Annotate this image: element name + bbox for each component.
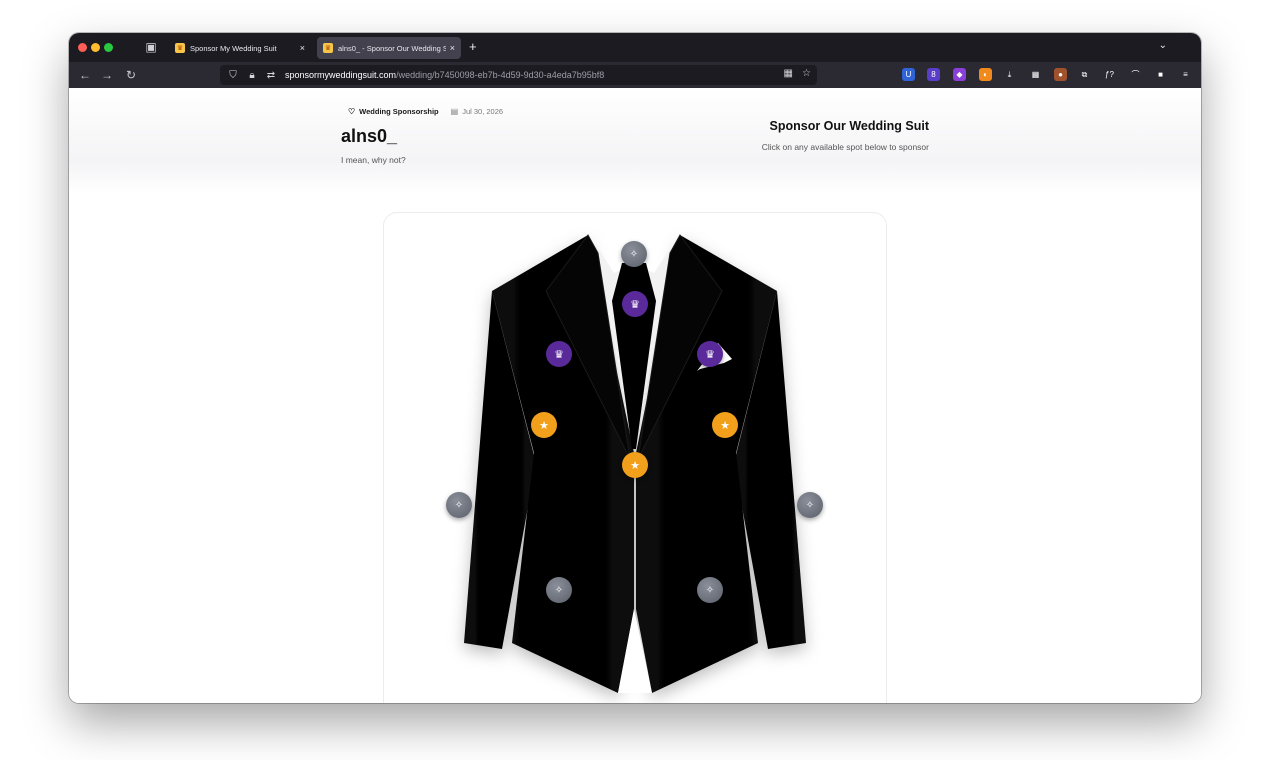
sparkle-icon: ✧ xyxy=(554,584,564,596)
download-icon[interactable]: ⤓ xyxy=(1003,68,1016,81)
wedding-meta: ♡ Wedding Sponsorship ▤ Jul 30, 2026 xyxy=(348,107,503,116)
cube-extension-icon[interactable]: ◆ xyxy=(953,68,966,81)
spot-left-lapel[interactable]: ★ xyxy=(531,412,557,438)
tab-active-wedding[interactable]: ♛ alns0_ - Sponsor Our Wedding Suit × xyxy=(317,37,461,59)
bookmark-star-icon[interactable]: ☆ xyxy=(802,68,811,79)
sponsorship-tag: ♡ Wedding Sponsorship xyxy=(348,107,439,116)
avatar-extension-icon[interactable]: ● xyxy=(1054,68,1067,81)
spot-right-pocket[interactable]: ✧ xyxy=(697,577,723,603)
tab-title: Sponsor My Wedding Suit xyxy=(190,43,277,53)
sparkle-icon: ✧ xyxy=(805,499,815,511)
lock-icon[interactable]: 🔒︎ xyxy=(246,70,258,81)
crown-icon: ♛ xyxy=(554,348,564,361)
wedding-date-label: Jul 30, 2026 xyxy=(462,107,504,116)
page-subtitle: I mean, why not? xyxy=(341,155,406,165)
window-close-button[interactable] xyxy=(78,43,87,52)
url-domain: sponsormyweddingsuit.com xyxy=(285,70,397,80)
forward-button[interactable]: → xyxy=(99,67,115,83)
spot-pocket-square[interactable]: ♛ xyxy=(697,341,723,367)
spot-left-pocket[interactable]: ✧ xyxy=(546,577,572,603)
calendar-icon: ▤ xyxy=(450,107,459,116)
address-bar[interactable]: ⛉ 🔒︎ ⇄ sponsormyweddingsuit.com/wedding/… xyxy=(220,65,817,85)
tab-title: alns0_ - Sponsor Our Wedding Suit xyxy=(338,43,446,53)
back-button[interactable]: ← xyxy=(77,67,93,83)
navigation-bar: ← → ↻ ⛉ 🔒︎ ⇄ sponsormyweddingsuit.com/we… xyxy=(69,62,1201,88)
url-path: /wedding/b7450098-eb7b-4d59-9d30-a4eda7b… xyxy=(396,70,605,80)
star-icon: ★ xyxy=(539,419,549,432)
new-tab-button[interactable]: + xyxy=(469,39,477,55)
permissions-icon[interactable]: ⇄ xyxy=(265,70,277,81)
spot-right-sleeve[interactable]: ✧ xyxy=(797,492,823,518)
heart-icon: ♡ xyxy=(348,107,356,116)
sparkle-icon: ✧ xyxy=(454,499,464,511)
extensions-icon[interactable]: ⧉ xyxy=(1078,68,1091,81)
reload-button[interactable]: ↻ xyxy=(123,67,139,83)
arc-extension-icon[interactable]: ⌒ xyxy=(1129,68,1142,81)
tab-sponsor-my-wedding-suit[interactable]: ♛ Sponsor My Wedding Suit × xyxy=(169,37,311,59)
tab-bar: ▣ ♛ Sponsor My Wedding Suit × ♛ alns0_ -… xyxy=(69,33,1201,62)
page-content: ♡ Wedding Sponsorship ▤ Jul 30, 2026 aln… xyxy=(69,88,1201,703)
star-icon: ★ xyxy=(720,419,730,432)
list-all-tabs-icon[interactable]: ⌄ xyxy=(1159,40,1167,51)
page-title: alns0_ xyxy=(341,126,398,146)
window-minimize-button[interactable] xyxy=(91,43,100,52)
tab-overview-icon[interactable]: ▣ xyxy=(144,40,158,54)
wedding-date: ▤ Jul 30, 2026 xyxy=(451,107,503,116)
sponsorship-tag-label: Wedding Sponsorship xyxy=(359,107,439,116)
sparkle-icon: ✧ xyxy=(705,584,715,596)
spot-left-chest[interactable]: ♛ xyxy=(546,341,572,367)
header-background xyxy=(69,88,1201,193)
window-maximize-button[interactable] xyxy=(104,43,113,52)
star-icon: ★ xyxy=(630,459,640,472)
lock-extension-icon[interactable]: ■ xyxy=(1154,68,1167,81)
moon-extension-icon[interactable]: ◐ xyxy=(979,68,992,81)
badge-extension-icon[interactable]: 8 xyxy=(927,68,940,81)
shield-icon[interactable]: ⛉ xyxy=(227,70,239,81)
favicon-crown-icon: ♛ xyxy=(175,43,185,53)
spot-button[interactable]: ★ xyxy=(622,452,648,478)
crown-icon: ♛ xyxy=(705,348,715,361)
url-text[interactable]: sponsormyweddingsuit.com/wedding/b745009… xyxy=(285,70,604,80)
favicon-crown-icon: ♛ xyxy=(323,43,333,53)
spot-right-lapel[interactable]: ★ xyxy=(712,412,738,438)
sparkle-icon: ✧ xyxy=(629,248,639,260)
spot-tie[interactable]: ♛ xyxy=(622,291,648,317)
spot-tie-knot[interactable]: ✧ xyxy=(621,241,647,267)
sponsor-heading: Sponsor Our Wedding Suit xyxy=(769,119,930,133)
puzzle-grid-icon[interactable]: ▦ xyxy=(1029,68,1042,81)
sponsor-instructions: Click on any available spot below to spo… xyxy=(761,142,929,152)
suit-card: ✧ ♛ ♛ ♛ ★ ★ ★ ✧ ✧ ✧ ✧ xyxy=(383,212,887,703)
browser-window: ▣ ♛ Sponsor My Wedding Suit × ♛ alns0_ -… xyxy=(69,33,1201,703)
qr-grid-icon[interactable]: ▦ xyxy=(784,68,793,79)
ublock-icon[interactable]: U xyxy=(902,68,915,81)
spot-left-sleeve[interactable]: ✧ xyxy=(446,492,472,518)
crown-icon: ♛ xyxy=(630,298,640,311)
formula-icon[interactable]: ƒ? xyxy=(1103,68,1116,81)
menu-icon[interactable]: ≡ xyxy=(1179,68,1192,81)
close-tab-icon[interactable]: × xyxy=(450,43,455,53)
close-tab-icon[interactable]: × xyxy=(300,43,305,53)
